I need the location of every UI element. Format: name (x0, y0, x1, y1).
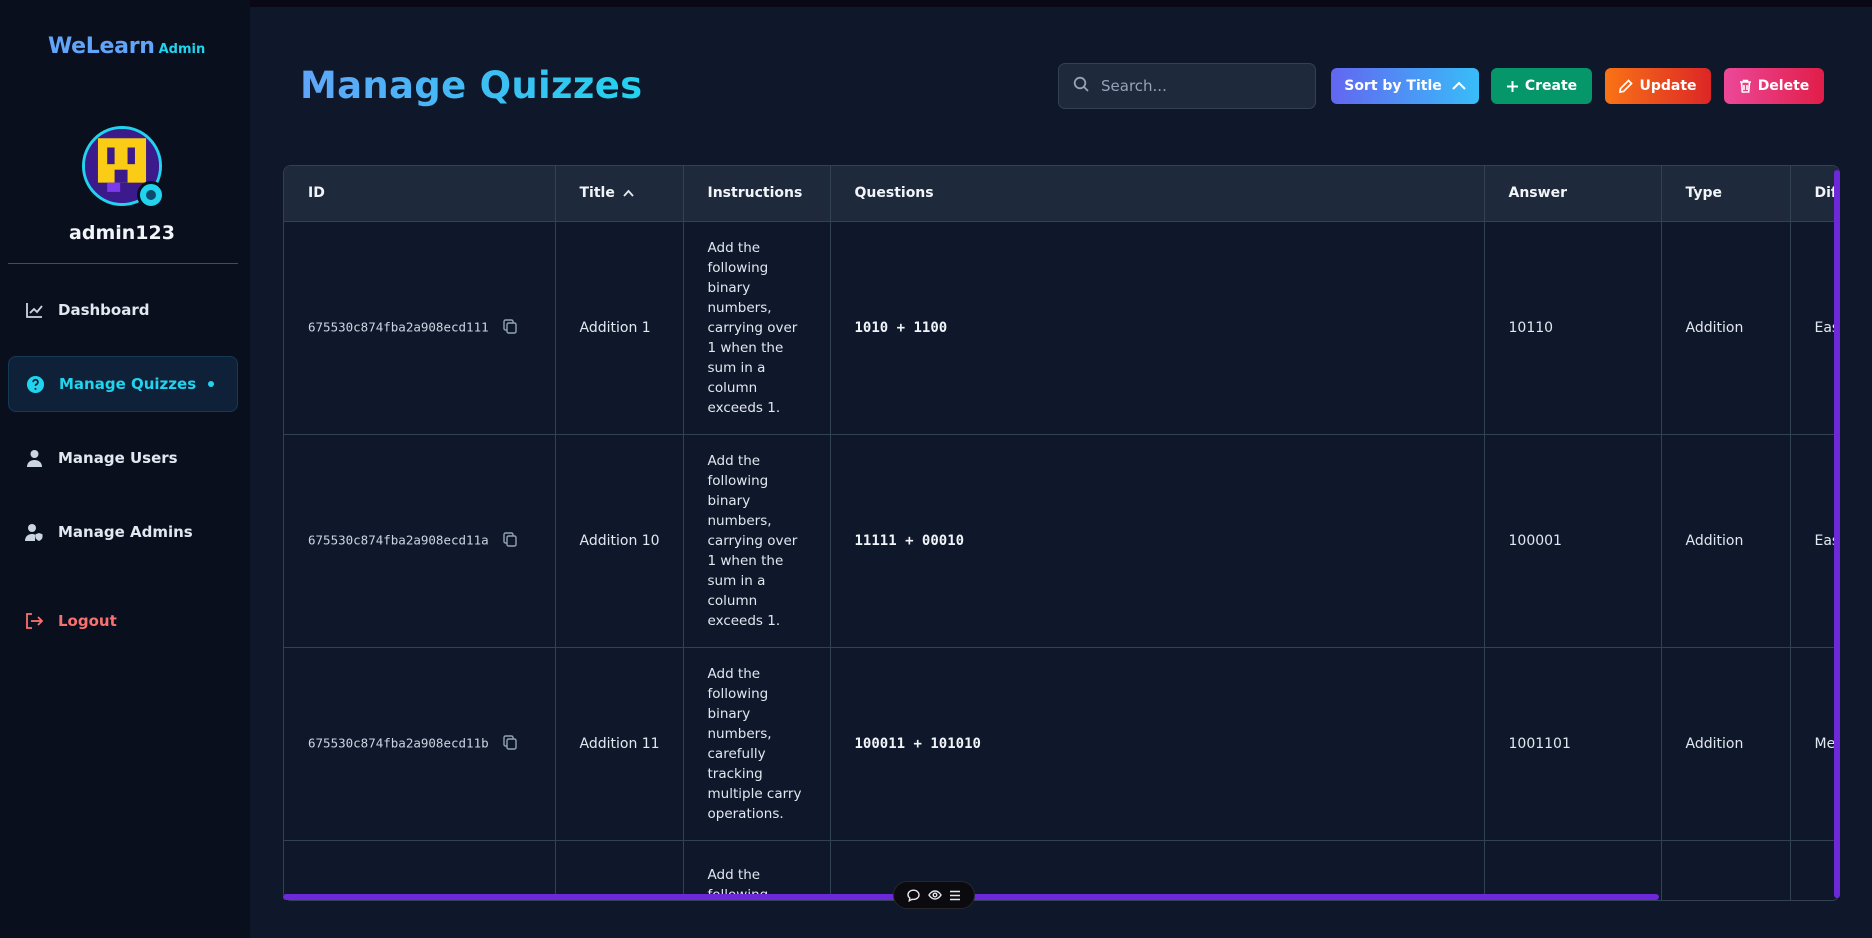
table-row[interactable]: 675530c874fba2a908ecd11a Addition 10 Add… (284, 434, 1839, 648)
shield-icon (137, 181, 165, 209)
column-header-type[interactable]: Type (1661, 166, 1791, 222)
table-header-row: ID Title Instructions Questions Answer T… (284, 166, 1839, 222)
sidebar: WeLearn Admin admin123 Dashboard Manage Q… (0, 0, 250, 938)
sidebar-divider (8, 263, 238, 264)
quiz-answer: 1001101 (1484, 647, 1662, 841)
column-header-instructions[interactable]: Instructions (683, 166, 831, 222)
quiz-title: Addition 10 (555, 434, 684, 648)
sidebar-item-admins[interactable]: Manage Admins (8, 504, 238, 560)
quiz-answer: 10110 (1484, 221, 1662, 435)
quiz-id: 675530c874fba2a908ecd111 (308, 319, 489, 334)
quiz-title: Addition 11 (555, 647, 684, 841)
chevron-up-icon (1452, 81, 1466, 91)
quiz-question: 1010 + 1100 (830, 221, 1485, 435)
brand-sub: Admin (158, 42, 206, 57)
quiz-id: 675530c874fba2a908ecd11a (308, 532, 489, 547)
quiz-title: Addition 1 (555, 221, 684, 435)
floating-toolbar (893, 881, 975, 909)
quiz-instructions: Add the following binary numbers, carryi… (683, 221, 831, 435)
trash-icon (1739, 79, 1752, 93)
quiz-difficulty: Me (1790, 647, 1839, 841)
sort-button-label: Sort by Title (1344, 78, 1442, 94)
sidebar-item-users[interactable]: Manage Users (8, 430, 238, 486)
question-circle-icon (25, 374, 45, 394)
menu-icon[interactable] (949, 890, 961, 901)
sidebar-item-label: Manage Admins (58, 523, 193, 541)
delete-button-label: Delete (1757, 78, 1810, 94)
quiz-id: 675530c874fba2a908ecd11b (308, 735, 489, 750)
quiz-table-container[interactable]: ID Title Instructions Questions Answer T… (283, 165, 1840, 901)
user-shield-icon (24, 522, 44, 542)
pencil-icon (1619, 79, 1634, 93)
update-button-label: Update (1639, 78, 1697, 94)
search-box[interactable] (1058, 63, 1316, 109)
eye-icon[interactable] (927, 889, 942, 901)
plus-icon (1506, 80, 1519, 93)
quiz-difficulty: Eas (1790, 434, 1839, 648)
sort-button[interactable]: Sort by Title (1331, 68, 1479, 104)
search-icon (1073, 76, 1089, 96)
copy-icon[interactable] (502, 318, 517, 337)
quiz-instructions: Add the following (683, 840, 831, 900)
quiz-difficulty (1790, 840, 1839, 900)
column-header-title[interactable]: Title (555, 166, 684, 222)
quiz-question: 11111 + 00010 (830, 434, 1485, 648)
comment-icon[interactable] (907, 888, 920, 902)
sidebar-item-quizzes[interactable]: Manage Quizzes (8, 356, 238, 412)
quiz-id (284, 840, 556, 900)
copy-icon[interactable] (502, 531, 517, 550)
quiz-difficulty: Eas (1790, 221, 1839, 435)
column-header-difficulty[interactable]: Dif (1790, 166, 1839, 222)
user-icon (24, 448, 44, 468)
quiz-question: 100011 + 101010 (830, 647, 1485, 841)
column-header-id[interactable]: ID (284, 166, 556, 222)
quiz-type: Addition (1661, 647, 1791, 841)
brand-name: WeLearn (48, 34, 155, 59)
table-row[interactable]: 675530c874fba2a908ecd111 Addition 1 Add … (284, 221, 1839, 435)
sidebar-item-label: Dashboard (58, 301, 150, 319)
copy-icon[interactable] (502, 734, 517, 753)
quiz-type (1661, 840, 1791, 900)
vertical-scrollbar[interactable] (1834, 170, 1840, 898)
column-header-answer[interactable]: Answer (1484, 166, 1662, 222)
quiz-type: Addition (1661, 434, 1791, 648)
logout-icon (24, 611, 44, 631)
sort-asc-icon (623, 185, 634, 201)
column-header-questions[interactable]: Questions (830, 166, 1485, 222)
quiz-instructions: Add the following binary numbers, carryi… (683, 434, 831, 648)
brand-logo[interactable]: WeLearn Admin (48, 34, 205, 59)
search-input[interactable] (1101, 77, 1301, 95)
active-indicator (208, 381, 215, 387)
create-button[interactable]: Create (1491, 68, 1592, 104)
sidebar-item-label: Manage Users (58, 449, 178, 467)
page-title: Manage Quizzes (300, 64, 643, 107)
top-strip (0, 0, 1872, 7)
quiz-answer: 100001 (1484, 434, 1662, 648)
table-row[interactable]: 675530c874fba2a908ecd11b Addition 11 Add… (284, 647, 1839, 841)
logout-label: Logout (58, 612, 117, 630)
create-button-label: Create (1524, 78, 1578, 94)
quiz-type: Addition (1661, 221, 1791, 435)
sidebar-item-label: Manage Quizzes (59, 375, 197, 393)
quiz-title (555, 840, 684, 900)
update-button[interactable]: Update (1605, 68, 1711, 104)
sidebar-item-dashboard[interactable]: Dashboard (8, 282, 238, 338)
username: admin123 (69, 222, 175, 244)
delete-button[interactable]: Delete (1724, 68, 1824, 104)
quiz-table: ID Title Instructions Questions Answer T… (284, 166, 1839, 900)
quiz-answer (1484, 840, 1662, 900)
quiz-instructions: Add the following binary numbers, carefu… (683, 647, 831, 841)
table-row[interactable]: Add the following (284, 840, 1839, 900)
logout-button[interactable]: Logout (8, 593, 238, 649)
chart-line-icon (24, 300, 44, 320)
